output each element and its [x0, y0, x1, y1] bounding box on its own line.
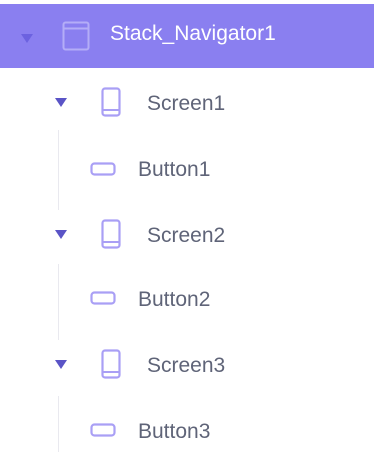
tree-item-label: Screen2 — [147, 224, 226, 247]
tree-item-button1[interactable]: Button1 — [0, 136, 374, 202]
button-icon — [90, 162, 116, 181]
window-icon — [62, 21, 90, 56]
tree-item-label: Screen3 — [147, 354, 226, 377]
phone-icon — [101, 219, 121, 254]
button-icon — [90, 291, 116, 310]
caret-down-icon[interactable] — [55, 98, 67, 107]
phone-icon — [101, 349, 121, 384]
tree-item-screen1[interactable]: Screen1 — [0, 70, 374, 136]
tree-item-button2[interactable]: Button2 — [0, 268, 374, 334]
tree-item-screen2[interactable]: Screen2 — [0, 202, 374, 268]
caret-down-icon[interactable] — [55, 360, 67, 369]
tree-item-screen3[interactable]: Screen3 — [0, 330, 374, 396]
tree-item-label: Button2 — [138, 288, 211, 311]
component-tree: Stack_Navigator1 Screen1 Button1 Screen2… — [0, 0, 374, 452]
tree-item-label: Button1 — [138, 158, 211, 181]
caret-down-icon[interactable] — [21, 34, 33, 43]
tree-item-label: Screen1 — [147, 92, 226, 115]
caret-down-icon[interactable] — [55, 230, 67, 239]
phone-icon — [101, 87, 121, 122]
tree-item-stack-navigator[interactable]: Stack_Navigator1 — [0, 4, 374, 68]
tree-item-button3[interactable]: Button3 — [0, 398, 374, 464]
tree-item-label: Stack_Navigator1 — [110, 22, 276, 45]
tree-item-label: Button3 — [138, 420, 211, 443]
button-icon — [90, 423, 116, 442]
